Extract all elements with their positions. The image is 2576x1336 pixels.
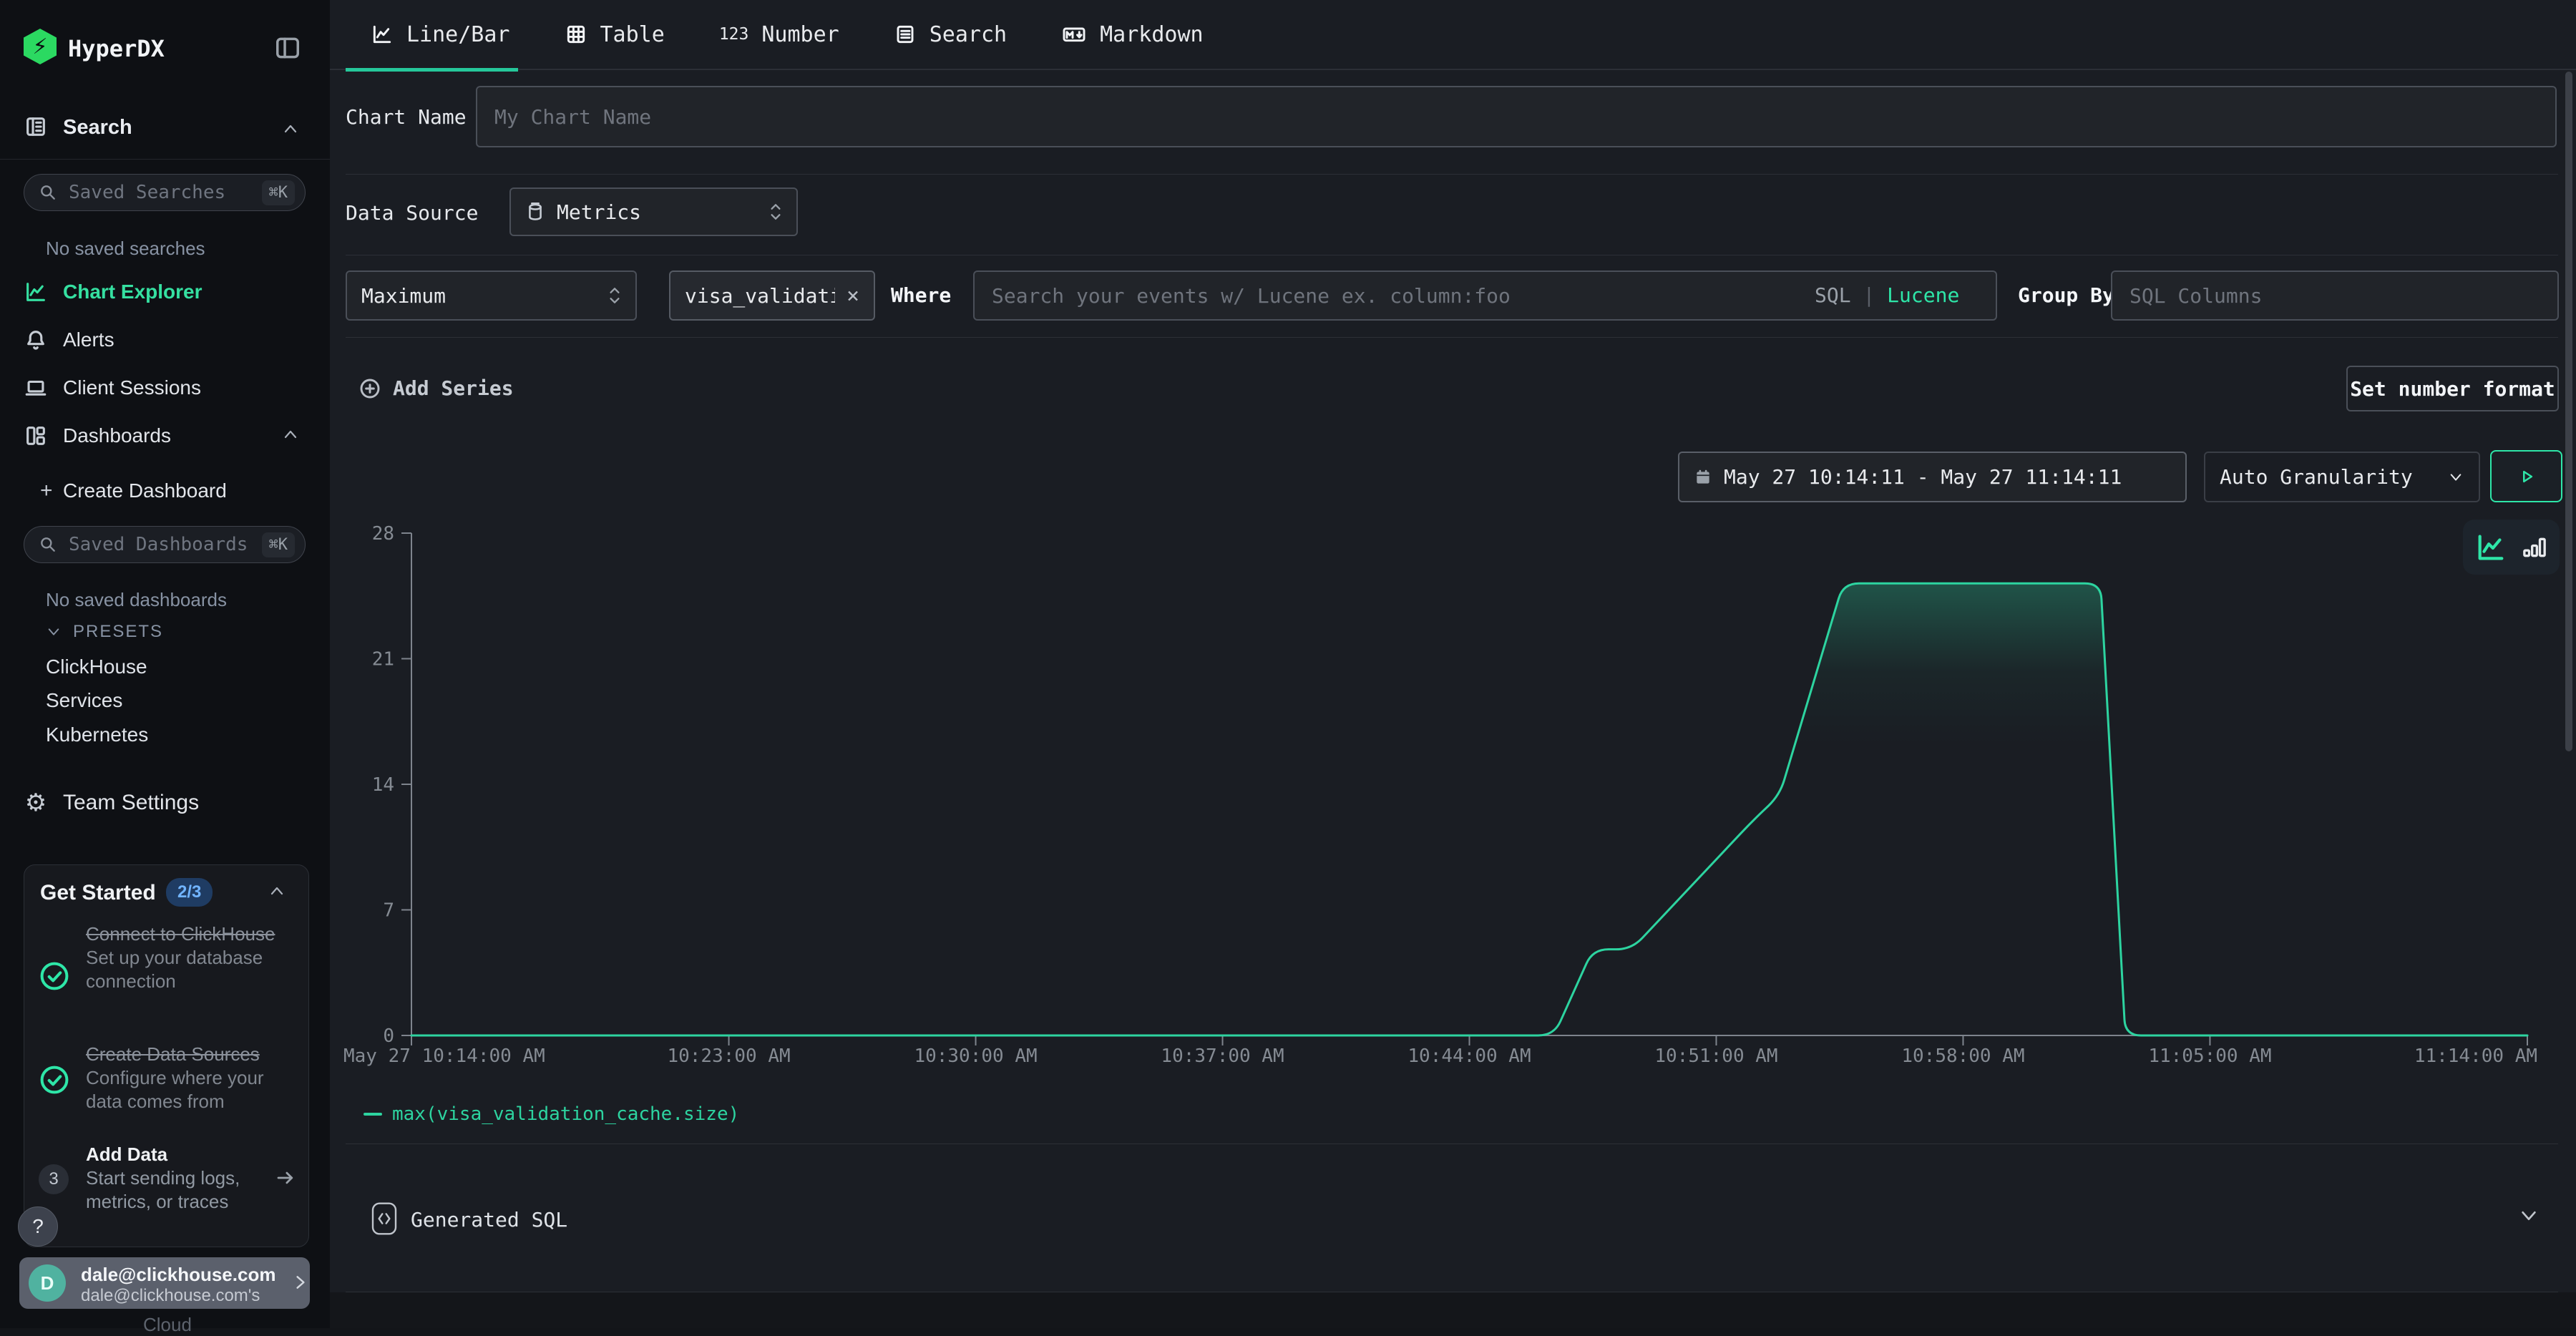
series-area — [411, 583, 2527, 1035]
saved-dashboards-kbd: ⌘K — [262, 532, 296, 557]
svg-text:10:30:00 AM: 10:30:00 AM — [914, 1045, 1037, 1067]
chart-legend[interactable]: max(visa_validation_cache.size) — [364, 1103, 739, 1125]
legend-label: max(visa_validation_cache.size) — [392, 1103, 739, 1125]
presets-toggle[interactable]: PRESETS — [46, 622, 163, 642]
sidebar-item-label: Chart Explorer — [63, 281, 203, 303]
saved-searches-input[interactable] — [67, 181, 252, 204]
svg-text:10:37:00 AM: 10:37:00 AM — [1161, 1045, 1284, 1067]
step-subtitle: Set up your database connection — [86, 946, 295, 993]
get-started-step-1[interactable]: Connect to ClickHouse Set up your databa… — [86, 922, 295, 993]
svg-text:0: 0 — [383, 1025, 394, 1047]
dashboards-icon — [24, 424, 48, 448]
get-started-progress-badge: 2/3 — [166, 878, 213, 907]
svg-text:10:58:00 AM: 10:58:00 AM — [1901, 1045, 2024, 1067]
bell-icon — [24, 328, 48, 352]
collapse-sidebar-icon[interactable] — [273, 34, 302, 65]
search-section-chevron-up-icon[interactable] — [281, 122, 300, 140]
svg-text:28: 28 — [372, 523, 394, 545]
search-icon — [39, 535, 57, 554]
svg-text:10:23:00 AM: 10:23:00 AM — [667, 1045, 790, 1067]
saved-searches-kbd: ⌘K — [262, 180, 296, 205]
plus-icon: + — [40, 479, 53, 503]
svg-text:10:44:00 AM: 10:44:00 AM — [1407, 1045, 1531, 1067]
chevron-right-icon — [293, 1272, 308, 1297]
saved-searches-search[interactable]: ⌘K — [24, 174, 306, 211]
hyperdx-logo-icon: ⚡ — [24, 29, 57, 64]
svg-text:14: 14 — [372, 774, 394, 796]
sidebar-section-search[interactable]: Search — [63, 116, 132, 140]
arrow-right-icon[interactable] — [273, 1167, 298, 1192]
main-content: Line/Bar Table 123 Number Search Markdow… — [330, 0, 2576, 1328]
scrollbar-thumb[interactable] — [2565, 72, 2572, 751]
step-title: Connect to ClickHouse — [86, 922, 295, 946]
app-logo-text: HyperDX — [68, 35, 165, 62]
user-subtext: dale@clickhouse.com's — [81, 1286, 260, 1306]
search-section-icon — [24, 114, 48, 142]
help-button[interactable]: ? — [18, 1206, 58, 1247]
sidebar-item-team-settings[interactable]: ⚙ Team Settings — [0, 787, 330, 819]
no-saved-searches-note: No saved searches — [46, 238, 205, 260]
user-menu[interactable]: D dale@clickhouse.com dale@clickhouse.co… — [19, 1257, 310, 1309]
step-number-badge: 3 — [39, 1164, 69, 1194]
sidebar-item-label: Alerts — [63, 328, 114, 351]
sidebar-item-client-sessions[interactable]: Client Sessions — [0, 372, 330, 404]
preset-services[interactable]: Services — [46, 689, 122, 712]
sidebar-item-label: Client Sessions — [63, 376, 201, 399]
saved-dashboards-input[interactable] — [67, 533, 252, 556]
sidebar-item-chart-explorer[interactable]: Chart Explorer — [0, 276, 330, 308]
step-subtitle: Start sending logs, metrics, or traces — [86, 1166, 272, 1214]
preset-kubernetes[interactable]: Kubernetes — [46, 723, 148, 746]
chevron-down-icon — [46, 625, 62, 638]
clipped-overflow-text: Cloud — [143, 1314, 192, 1336]
page-footer-area — [330, 1292, 2576, 1328]
generated-sql-label: Generated SQL — [411, 1208, 567, 1232]
get-started-panel: Get Started 2/3 Connect to ClickHouse Se… — [24, 864, 309, 1247]
team-settings-label: Team Settings — [63, 791, 199, 815]
svg-text:May 27 10:14:00 AM: May 27 10:14:00 AM — [343, 1045, 545, 1067]
line-chart-plot[interactable]: 0 7 14 21 28 May 27 10:14:00 AM 10:23:00 AM 10:… — [330, 0, 2576, 1328]
step-check-icon — [39, 960, 70, 995]
create-dashboard-button[interactable]: + Create Dashboard — [0, 475, 330, 507]
get-started-title: Get Started — [40, 881, 156, 905]
svg-text:10:51:00 AM: 10:51:00 AM — [1654, 1045, 1777, 1067]
get-started-step-3[interactable]: Add Data Start sending logs, metrics, or… — [86, 1143, 272, 1214]
sidebar-item-label: Dashboards — [63, 424, 171, 447]
step-check-icon — [39, 1064, 70, 1099]
series-line — [411, 583, 2527, 1035]
sidebar-item-alerts[interactable]: Alerts — [0, 324, 330, 356]
create-dashboard-label: Create Dashboard — [63, 479, 227, 502]
no-saved-dashboards-note: No saved dashboards — [46, 589, 227, 611]
step-title: Create Data Sources — [86, 1043, 295, 1066]
sidebar: ⚡ HyperDX Search ⌘K No saved searches Ch… — [0, 0, 331, 1328]
presets-label: PRESETS — [73, 622, 163, 642]
get-started-step-2[interactable]: Create Data Sources Configure where your… — [86, 1043, 295, 1113]
svg-text:11:14:00 AM: 11:14:00 AM — [2414, 1045, 2537, 1067]
search-icon — [39, 183, 57, 202]
avatar: D — [29, 1264, 66, 1302]
svg-text:7: 7 — [383, 900, 394, 922]
svg-text:11:05:00 AM: 11:05:00 AM — [2148, 1045, 2271, 1067]
sidebar-divider — [0, 159, 330, 160]
chart-line-icon — [24, 280, 48, 304]
chevron-down-icon — [2518, 1207, 2540, 1228]
preset-clickhouse[interactable]: ClickHouse — [46, 655, 147, 678]
legend-dash — [364, 1113, 382, 1116]
dashboards-chevron-up-icon[interactable] — [281, 427, 300, 445]
sidebar-item-dashboards[interactable]: Dashboards — [0, 420, 330, 452]
user-email: dale@clickhouse.com — [81, 1264, 275, 1286]
saved-dashboards-search[interactable]: ⌘K — [24, 526, 306, 563]
laptop-icon — [24, 376, 48, 400]
get-started-chevron-up-icon[interactable] — [268, 884, 286, 902]
app: ⚡ HyperDX Search ⌘K No saved searches Ch… — [0, 0, 2576, 1328]
gear-icon: ⚙ — [24, 789, 48, 817]
code-icon — [371, 1201, 398, 1239]
step-title: Add Data — [86, 1143, 272, 1166]
step-subtitle: Configure where your data comes from — [86, 1066, 295, 1113]
chart-axes: 0 7 14 21 28 May 27 10:14:00 AM 10:23:00 AM 10:… — [343, 523, 2537, 1067]
generated-sql-section[interactable]: Generated SQL — [330, 1144, 2576, 1292]
svg-text:21: 21 — [372, 649, 394, 671]
